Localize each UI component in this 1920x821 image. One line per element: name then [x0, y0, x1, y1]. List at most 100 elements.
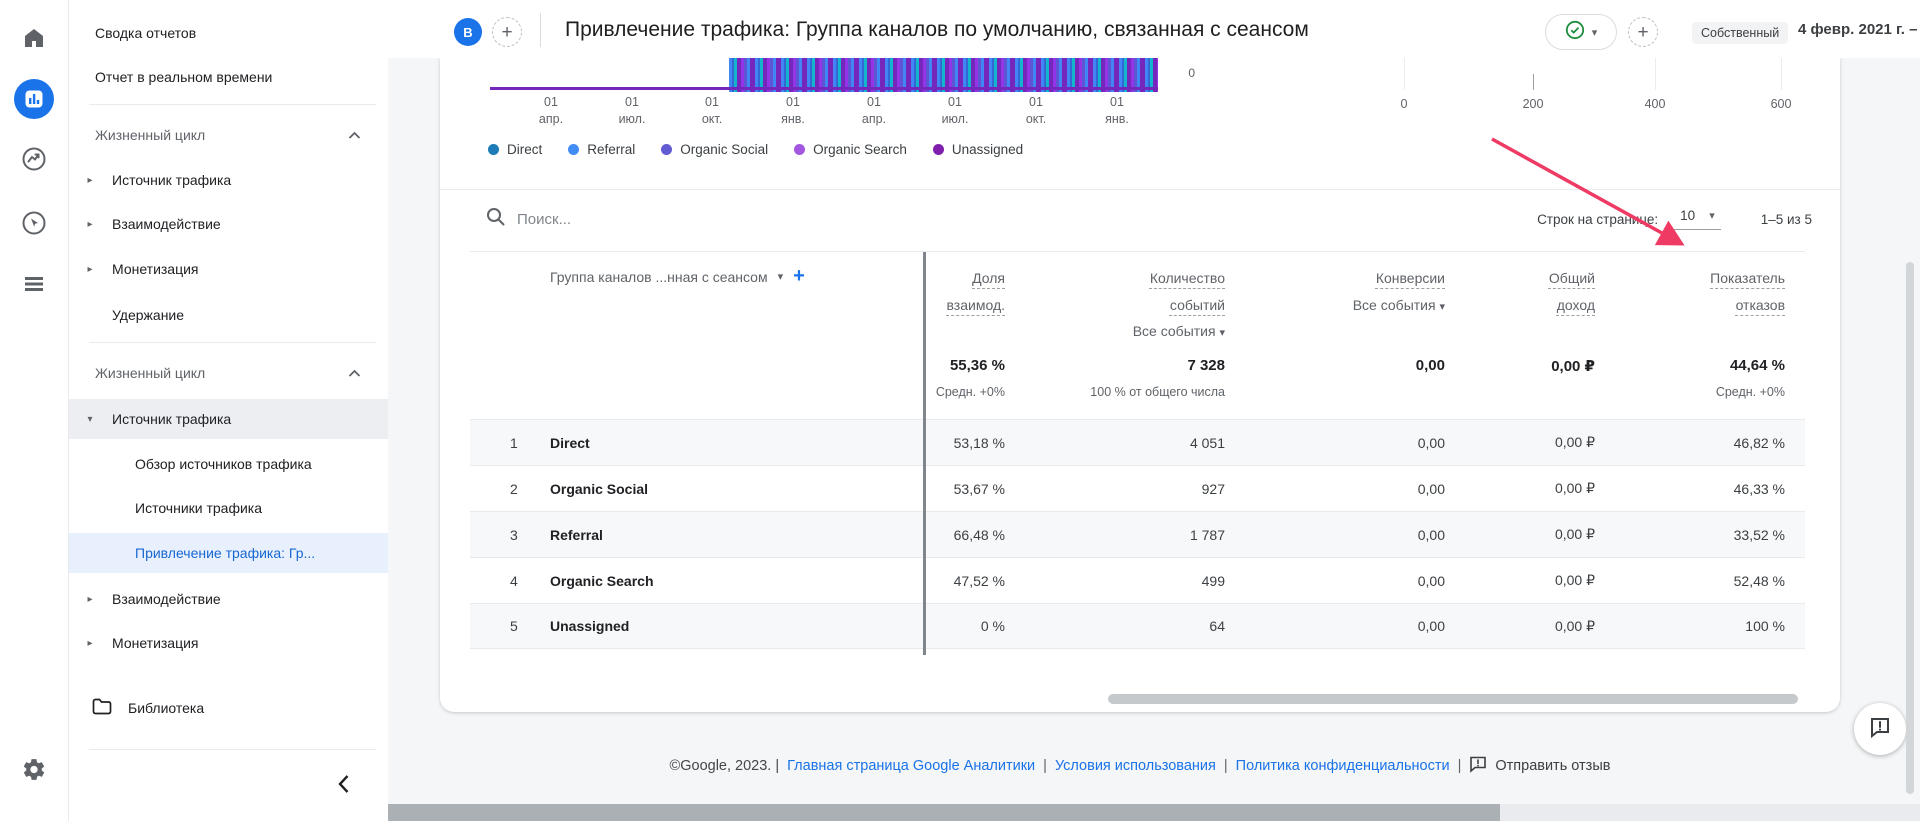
collapse-sidebar-chevron-left-icon[interactable]: [337, 774, 350, 799]
sidebar-item-label: Библиотека: [128, 700, 205, 716]
feedback-fab-button[interactable]: [1854, 703, 1906, 755]
caret-down-icon: ▾: [1709, 210, 1715, 222]
arrow-right-icon: ▸: [87, 218, 93, 230]
sidebar-item-realtime[interactable]: Отчет в реальном времени: [69, 57, 388, 97]
legend-dot: [568, 144, 580, 155]
sidebar-item-label: Монетизация: [112, 635, 199, 651]
legend-dot: [932, 144, 944, 155]
dimension-label: Группа каналов ...нная с сеансом: [550, 268, 768, 285]
sidebar-item-retention[interactable]: Удержание: [69, 295, 388, 335]
totals-events-sub: 100 % от общего числа: [1090, 385, 1225, 399]
channel-name: Organic Search: [550, 572, 654, 589]
sidebar-item-label: Взаимодействие: [112, 591, 221, 607]
explore-icon[interactable]: [21, 146, 47, 172]
sidebar-item-acquisition-expanded[interactable]: ▾ Источник трафика: [69, 399, 388, 439]
feedback-bubble-icon: [1868, 715, 1892, 744]
settings-gear-icon[interactable]: [22, 757, 47, 782]
ga4-app: Сводка отчетов Отчет в реальном времени …: [0, 0, 1920, 821]
cell-revenue: 0,00 ₽: [1554, 434, 1595, 450]
cell-share: 66,48 %: [953, 526, 1005, 543]
legend-item: Organic Social: [661, 142, 768, 157]
legend-item: Organic Search: [794, 142, 907, 157]
sidebar-item-label: Отчет в реальном времени: [95, 69, 273, 85]
legend-label: Referral: [587, 142, 636, 157]
channel-name: Unassigned: [550, 618, 630, 634]
totals-bounce-sub: Средн. +0%: [1715, 385, 1785, 399]
x-axis-label: 01 янв.: [1105, 95, 1129, 126]
conversions-filter-select[interactable]: Все события ▾: [1353, 297, 1445, 313]
table-row: 4 Organic Search 47,52 % 499 0,00 0,00 ₽…: [470, 557, 1805, 603]
search-input[interactable]: [517, 210, 817, 228]
sidebar-item-acquisition[interactable]: ▸ Источник трафика: [69, 160, 388, 200]
column-header-events[interactable]: Количество событий: [1150, 270, 1225, 313]
folder-icon: [92, 698, 112, 718]
mini-axis-label: 400: [1644, 97, 1666, 111]
sidebar-item-engagement[interactable]: ▸ Взаимодействие: [69, 204, 388, 244]
sidebar-item-label: Источник трафика: [112, 172, 232, 188]
send-feedback-link[interactable]: Отправить отзыв: [1469, 755, 1610, 777]
sidebar-item-user-acquisition[interactable]: Источники трафика: [69, 488, 388, 528]
frozen-column-divider[interactable]: [923, 252, 926, 655]
row-number: 5: [510, 618, 518, 634]
sidebar-item-snapshot[interactable]: Сводка отчетов: [69, 13, 388, 53]
cell-events: 64: [1209, 618, 1225, 634]
footer-link-privacy[interactable]: Политика конфиденциальности: [1236, 758, 1450, 774]
sidebar-item-engagement-2[interactable]: ▸ Взаимодействие: [69, 579, 388, 619]
chart-legend: Direct Referral Organic Social Organic S…: [488, 142, 1023, 157]
advertising-icon[interactable]: [21, 210, 47, 236]
column-header-bounce-rate[interactable]: Показатель отказов: [1710, 270, 1785, 313]
totals-bounce: 44,64 %: [1729, 357, 1785, 374]
pagination-controls: Строк на странице: 10 ▾ 1–5 из 5: [1537, 208, 1812, 230]
property-type-badge: Собственный: [1692, 22, 1789, 44]
plus-icon: +: [1637, 21, 1649, 43]
cell-revenue: 0,00 ₽: [1554, 526, 1595, 542]
vertical-scrollbar[interactable]: [1906, 262, 1914, 794]
column-header-revenue[interactable]: Общий доход: [1549, 270, 1595, 313]
sidebar-item-library[interactable]: Библиотека: [69, 688, 388, 728]
events-filter-select[interactable]: Все события ▾: [1133, 323, 1225, 339]
check-circle-icon: [1565, 20, 1585, 45]
add-to-report-button[interactable]: +: [1628, 17, 1658, 47]
y-axis-zero-label: 0: [1188, 66, 1195, 80]
cell-conversions: 0,00: [1417, 434, 1445, 451]
horizontal-scrollbar-thumb[interactable]: [388, 804, 1500, 821]
collaborator-avatar[interactable]: B: [454, 18, 482, 46]
column-header-share[interactable]: Доля взаимод.: [947, 270, 1005, 313]
legend-label: Direct: [507, 142, 543, 157]
cell-revenue: 0,00 ₽: [1554, 572, 1595, 588]
table-row: 3 Referral 66,48 % 1 787 0,00 0,00 ₽ 33,…: [470, 511, 1805, 557]
chevron-up-icon[interactable]: [348, 365, 361, 383]
add-dimension-icon[interactable]: +: [793, 265, 805, 288]
report-status-pill[interactable]: ▾: [1545, 14, 1617, 50]
x-axis-label: 01 окт.: [1025, 95, 1047, 126]
table-horizontal-scrollbar[interactable]: [1108, 694, 1798, 704]
column-header-conversions[interactable]: Конверсии: [1376, 270, 1445, 286]
row-range-label: 1–5 из 5: [1760, 211, 1812, 227]
table-search: [486, 207, 817, 231]
date-range-selector[interactable]: 4 февр. 2021 г. –: [1798, 21, 1917, 38]
sidebar-item-acquisition-overview[interactable]: Обзор источников трафика: [69, 444, 388, 484]
channel-name: Referral: [550, 526, 603, 543]
sidebar-item-monetization[interactable]: ▸ Монетизация: [69, 249, 388, 289]
sidebar-item-traffic-acquisition-active[interactable]: Привлечение трафика: Гр...: [69, 533, 388, 573]
search-icon: [486, 207, 505, 231]
chevron-up-icon[interactable]: [348, 127, 361, 145]
legend-dot: [488, 144, 499, 155]
reports-icon[interactable]: [14, 79, 54, 119]
totals-revenue: 0,00 ₽: [1551, 358, 1595, 375]
add-collaborator-button[interactable]: +: [492, 17, 522, 47]
cell-bounce: 46,82 %: [1733, 434, 1785, 451]
totals-share: 55,36 %: [949, 357, 1005, 374]
sidebar-item-monetization-2[interactable]: ▸ Монетизация: [69, 623, 388, 663]
admin-list-icon[interactable]: [22, 272, 46, 296]
footer-link-home[interactable]: Главная страница Google Аналитики: [787, 758, 1035, 774]
cell-bounce: 52,48 %: [1733, 572, 1785, 589]
rows-per-page-select[interactable]: 10 ▾: [1674, 208, 1721, 230]
dimension-selector[interactable]: Группа каналов ...нная с сеансом ▾ +: [550, 265, 924, 288]
sidebar-item-label: Монетизация: [112, 261, 199, 277]
arrow-right-icon: ▸: [87, 174, 93, 186]
footer-link-terms[interactable]: Условия использования: [1055, 758, 1216, 774]
home-icon[interactable]: [22, 26, 46, 50]
totals-share-sub: Средн. +0%: [935, 385, 1005, 399]
arrow-right-icon: ▸: [87, 593, 93, 605]
